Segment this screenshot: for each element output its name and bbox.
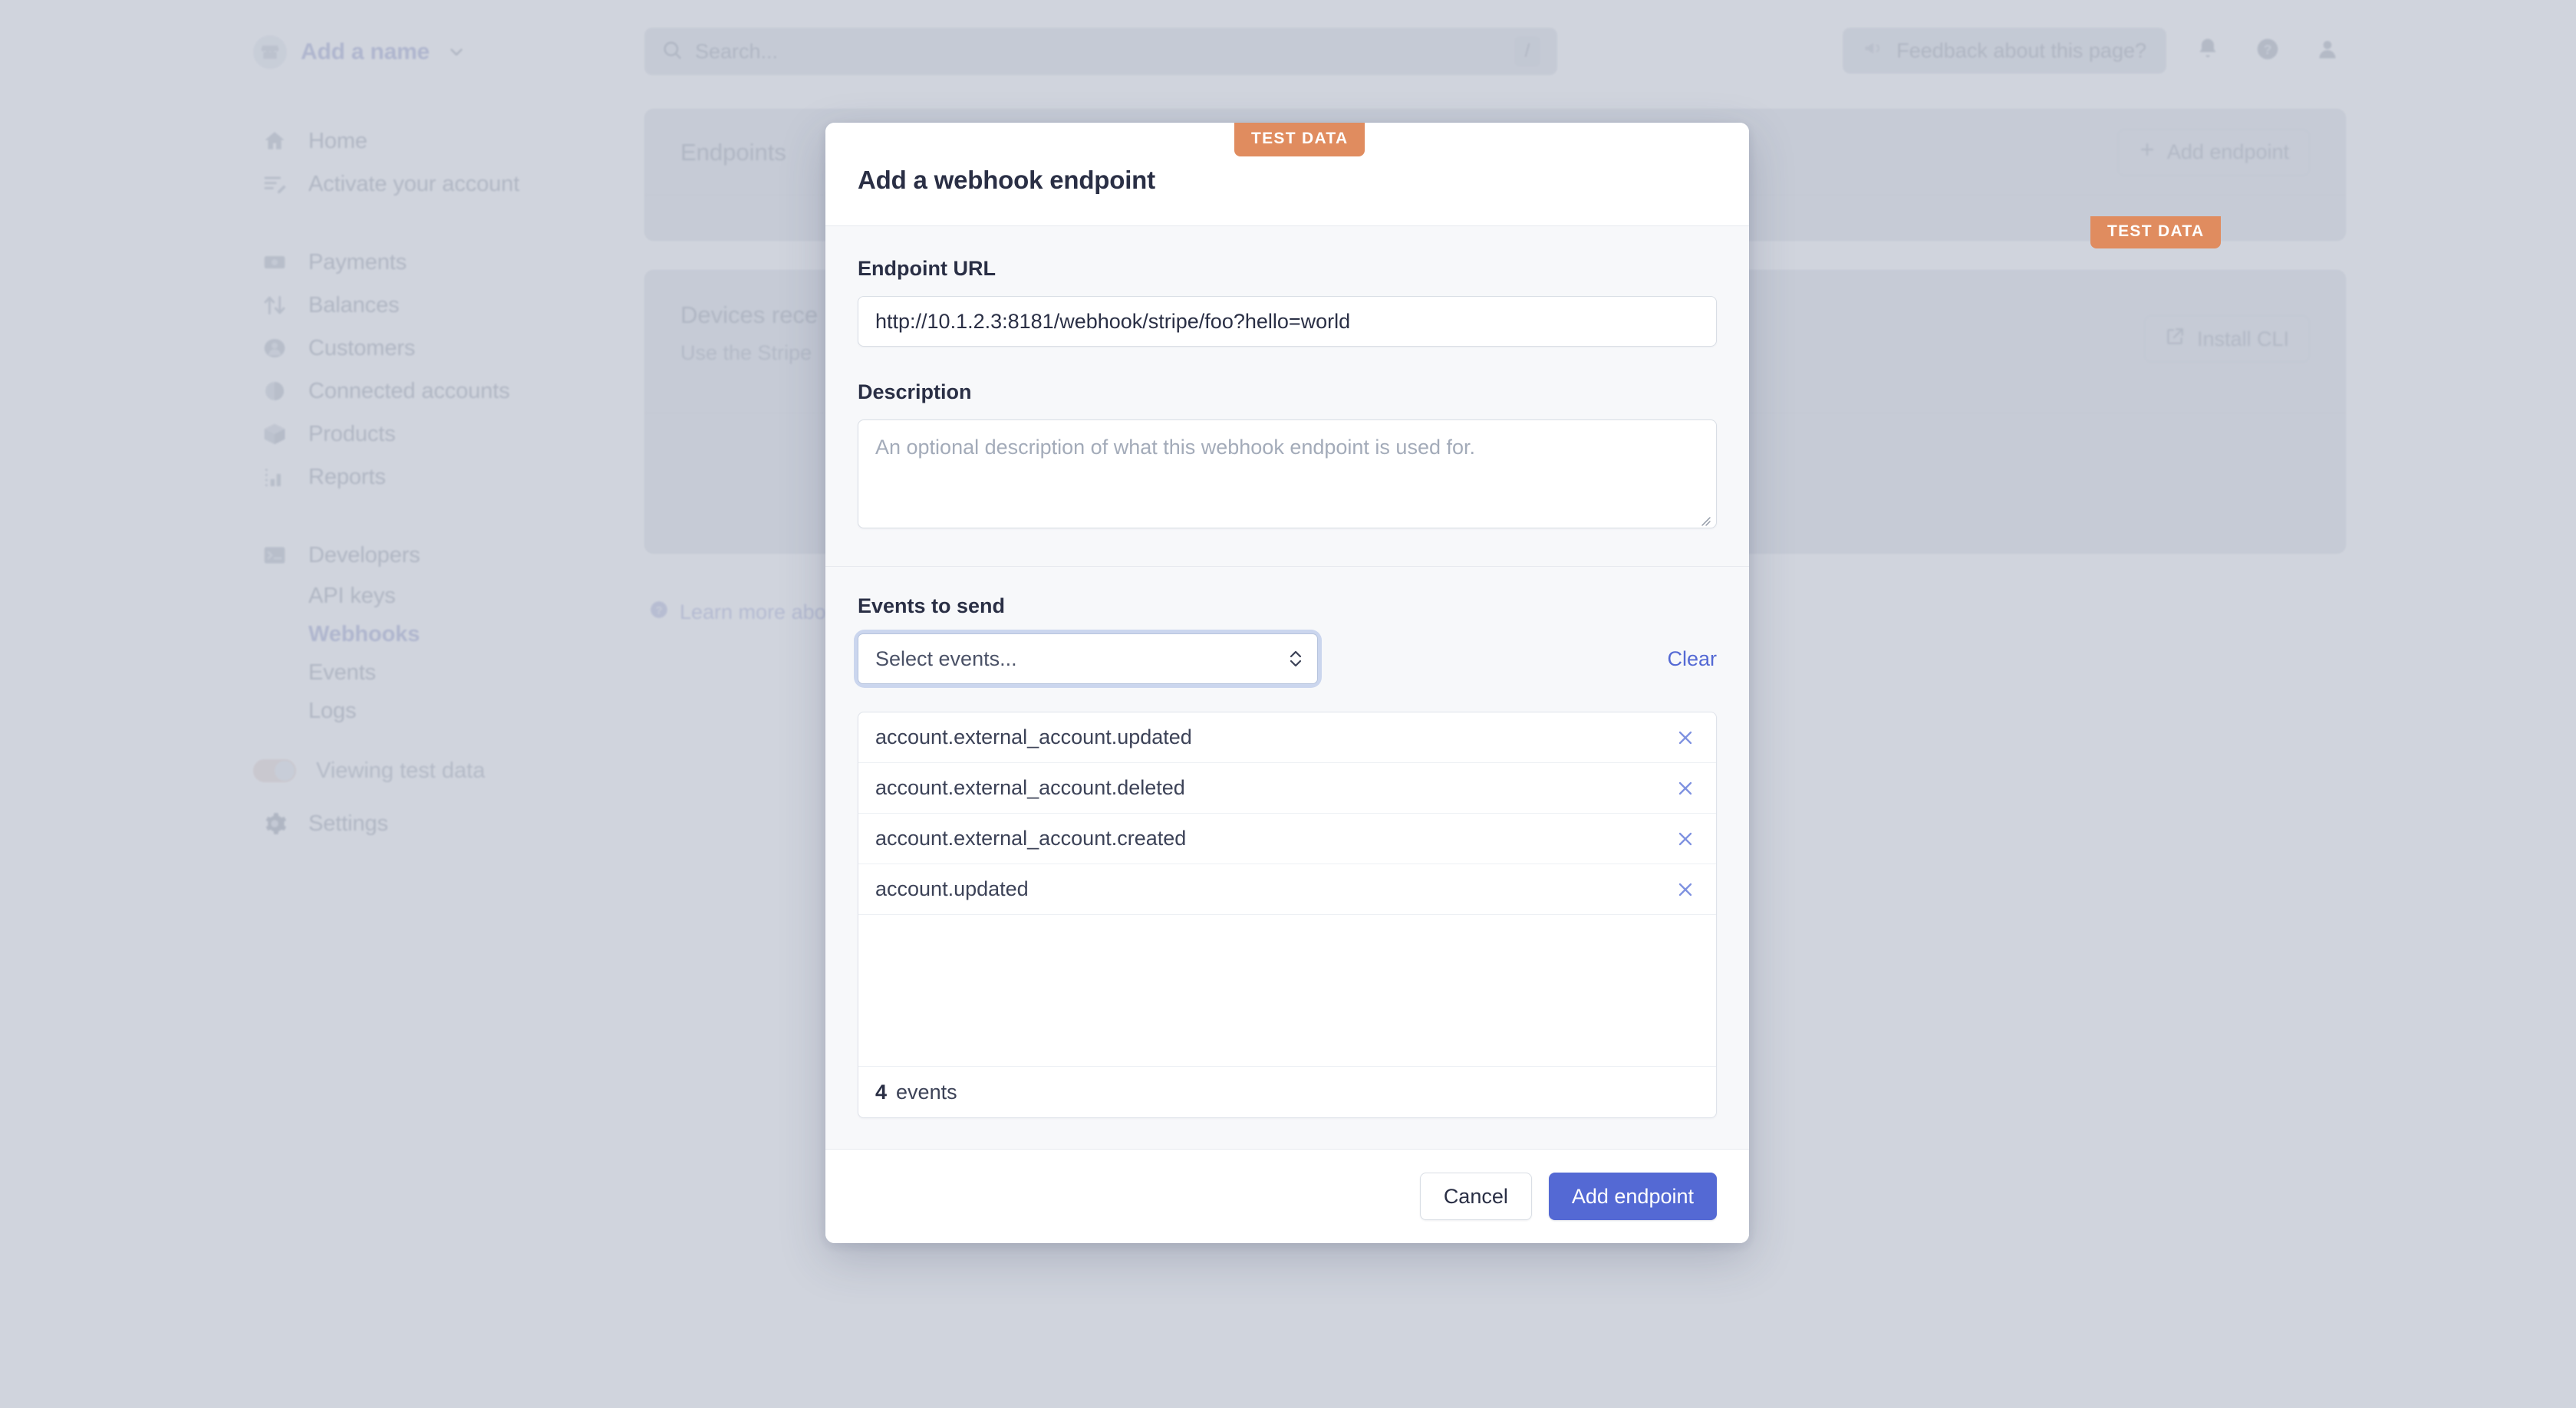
events-list-empty-space (858, 915, 1716, 1067)
dialog-footer: Cancel Add endpoint (825, 1149, 1749, 1243)
clear-events-link[interactable]: Clear (1667, 647, 1717, 671)
modal-test-data-badge: TEST DATA (1234, 123, 1365, 156)
close-icon[interactable] (1672, 775, 1699, 802)
add-endpoint-submit-button[interactable]: Add endpoint (1548, 1173, 1717, 1220)
event-name: account.external_account.deleted (875, 776, 1185, 799)
cancel-button[interactable]: Cancel (1419, 1173, 1532, 1220)
dialog-title: Add a webhook endpoint (858, 166, 1155, 194)
event-name: account.external_account.updated (875, 725, 1192, 748)
selected-event-row: account.external_account.created (858, 814, 1716, 864)
description-field: Description (858, 380, 1717, 532)
close-icon[interactable] (1672, 724, 1699, 752)
selected-event-row: account.external_account.deleted (858, 763, 1716, 814)
event-name: account.updated (875, 877, 1029, 900)
description-textarea[interactable] (858, 419, 1717, 528)
dialog-body: Endpoint URL Description Events to send … (825, 226, 1749, 1149)
close-icon[interactable] (1672, 876, 1699, 903)
endpoint-url-input[interactable] (858, 296, 1717, 347)
chevron-up-down-icon (1287, 647, 1304, 670)
events-select-value: Select events... (875, 646, 1017, 670)
description-label: Description (858, 380, 972, 403)
selected-event-row: account.updated (858, 864, 1716, 915)
events-select[interactable]: Select events... (858, 633, 1318, 684)
event-name: account.external_account.created (875, 827, 1187, 850)
background-test-data-badge: TEST DATA (2090, 216, 2222, 248)
selected-event-row: account.external_account.updated (858, 712, 1716, 763)
add-webhook-endpoint-dialog: TEST DATA Add a webhook endpoint Endpoin… (825, 123, 1749, 1243)
close-icon[interactable] (1672, 825, 1699, 853)
events-count: 4 (875, 1080, 888, 1104)
events-select-row: Select events... Clear (858, 633, 1717, 684)
endpoint-url-label: Endpoint URL (858, 257, 996, 280)
endpoint-url-field: Endpoint URL (858, 257, 1717, 347)
selected-events-list: account.external_account.updated account… (858, 712, 1717, 1118)
events-to-send-label: Events to send (858, 594, 1006, 617)
events-count-footer: 4 events (858, 1067, 1716, 1117)
events-to-send-section: Events to send Select events... Clear ac… (825, 566, 1749, 1149)
events-count-label: events (896, 1080, 957, 1104)
events-select-wrapper: Select events... (858, 633, 1318, 684)
